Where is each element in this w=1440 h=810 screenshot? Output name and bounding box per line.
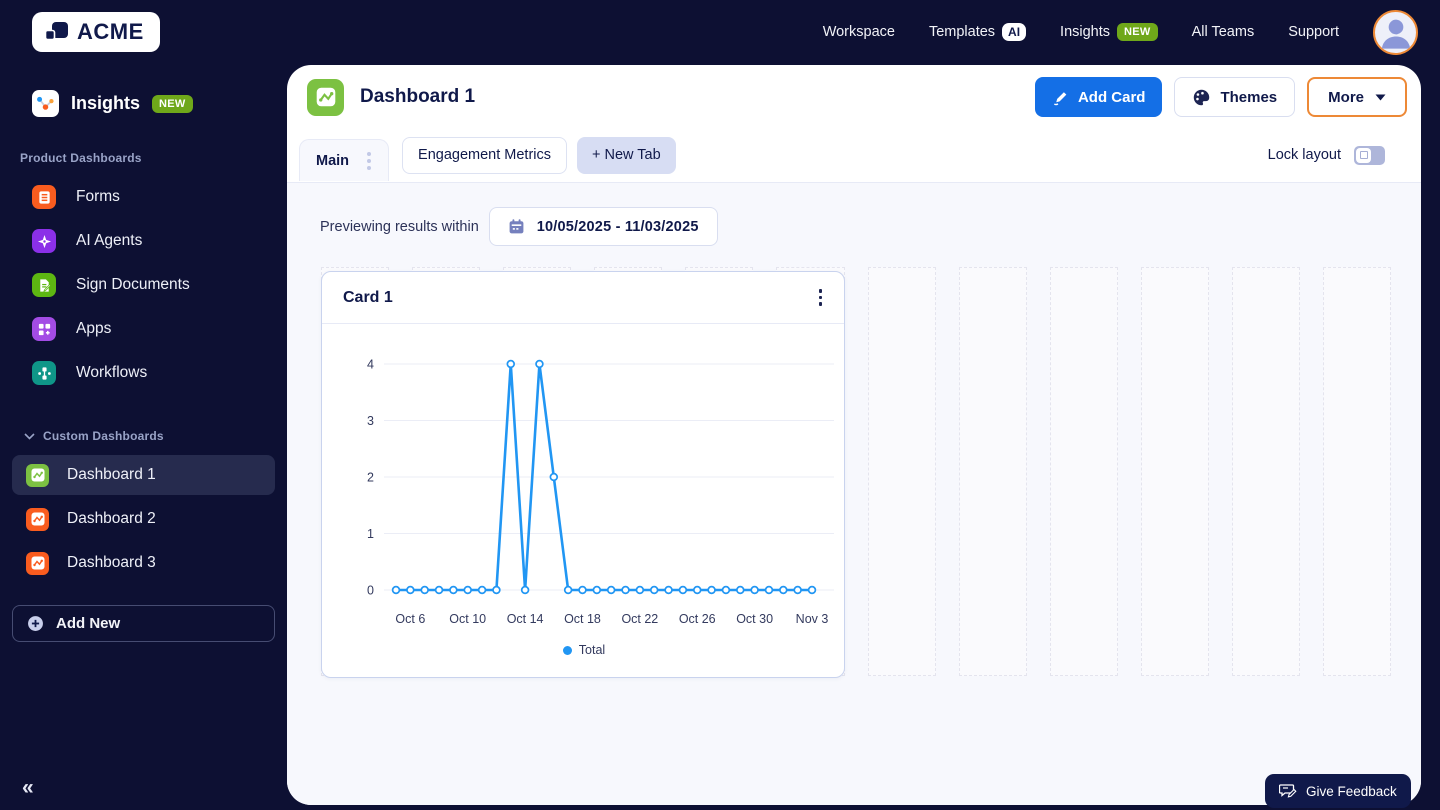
top-nav: Workspace Templates AI Insights NEW All Te… xyxy=(823,9,1418,55)
svg-text:Oct 6: Oct 6 xyxy=(395,612,425,626)
acme-logo-icon xyxy=(44,22,68,41)
line-chart: 0 1 2 3 4 Oct 6 Oct 10 Oct 14 Oct 18 Oct 22 Oct 26… xyxy=(322,324,844,657)
insights-app-icon xyxy=(32,90,59,117)
nav-support[interactable]: Support xyxy=(1288,24,1339,40)
sidebar: Insights NEW Product Dashboards Forms AI… xyxy=(0,64,287,810)
grid-placeholder-cell xyxy=(958,267,1027,676)
svg-text:Oct 26: Oct 26 xyxy=(679,612,716,626)
grid-placeholder-cell xyxy=(1322,267,1391,676)
app-title: Insights xyxy=(71,93,141,113)
tab-main[interactable]: Main xyxy=(299,139,390,181)
chart-legend: Total xyxy=(330,643,838,657)
app-new-badge: NEW xyxy=(152,94,193,113)
tab-engagement-metrics[interactable]: Engagement Metrics xyxy=(402,136,568,174)
lock-layout-toggle[interactable] xyxy=(1354,145,1385,165)
product-dashboards-list: Forms AI Agents Sign Documents Apps Work… xyxy=(0,175,287,395)
sidebar-item-ai-agents[interactable]: AI Agents xyxy=(0,219,287,263)
svg-text:Oct 14: Oct 14 xyxy=(507,612,544,626)
dashboard-2-icon xyxy=(26,507,49,531)
grid-placeholder-cell xyxy=(867,267,936,676)
sidebar-item-workflows[interactable]: Workflows xyxy=(0,351,287,395)
dashboard-content: Previewing results within 10/05/2025 - 1… xyxy=(287,182,1421,805)
grid-placeholder-cell xyxy=(1049,267,1118,676)
sidebar-item-dashboard-1[interactable]: Dashboard 1 xyxy=(12,455,275,495)
chevron-down-icon xyxy=(24,432,35,440)
page-title: Dashboard 1 xyxy=(360,86,476,107)
section-custom-dashboards[interactable]: Custom Dashboards xyxy=(0,429,287,443)
svg-text:Oct 22: Oct 22 xyxy=(621,612,658,626)
sidebar-item-dashboard-3[interactable]: Dashboard 3 xyxy=(12,543,275,583)
main-panel: Dashboard 1 Add Card Themes More Main En… xyxy=(287,65,1421,805)
palette-icon xyxy=(1194,89,1210,105)
svg-text:Oct 18: Oct 18 xyxy=(564,612,601,626)
user-avatar[interactable] xyxy=(1373,9,1418,55)
svg-text:1: 1 xyxy=(367,527,374,541)
top-bar: ACME Workspace Templates AI Insights NEW A… xyxy=(0,0,1440,64)
new-tab-button[interactable]: + New Tab xyxy=(577,136,676,174)
sidebar-item-apps[interactable]: Apps xyxy=(0,307,287,351)
dashboard-1-icon xyxy=(26,463,49,487)
sidebar-item-sign-documents[interactable]: Sign Documents xyxy=(0,263,287,307)
apps-icon xyxy=(32,317,56,341)
nav-insights[interactable]: Insights NEW xyxy=(1060,23,1158,41)
date-filter-label: Previewing results within xyxy=(320,218,479,235)
lock-layout-label: Lock layout xyxy=(1267,147,1341,163)
sidebar-item-dashboard-2[interactable]: Dashboard 2 xyxy=(12,499,275,539)
date-range-value: 10/05/2025 - 11/03/2025 xyxy=(536,218,699,235)
feedback-icon xyxy=(1279,784,1297,798)
pencil-icon xyxy=(1053,91,1067,105)
sign-documents-icon xyxy=(32,273,56,297)
forms-icon xyxy=(32,185,56,209)
svg-text:3: 3 xyxy=(367,414,374,428)
logo-text: ACME xyxy=(77,19,144,44)
card-menu-icon[interactable] xyxy=(815,285,827,310)
acme-logo[interactable]: ACME xyxy=(32,12,160,52)
calendar-icon xyxy=(509,219,524,234)
card-1: Card 1 0 1 2 3 4 Oct 6 Oct 10 Oct 14 Oct 18 Oct 2… xyxy=(321,271,845,678)
give-feedback-button[interactable]: Give Feedback xyxy=(1265,774,1411,808)
grid-placeholder-cell xyxy=(1231,267,1300,676)
custom-dashboards-list: Dashboard 1 Dashboard 2 Dashboard 3 xyxy=(0,455,287,583)
legend-dot xyxy=(562,645,572,655)
ai-agents-icon xyxy=(32,229,56,253)
section-product-dashboards: Product Dashboards xyxy=(20,151,142,165)
collapse-sidebar-button[interactable]: « xyxy=(22,776,34,800)
tab-options-icon[interactable] xyxy=(363,148,375,174)
svg-text:Nov 3: Nov 3 xyxy=(796,612,829,626)
card-title: Card 1 xyxy=(343,288,393,306)
dashboard-header: Dashboard 1 Add Card Themes More xyxy=(287,65,1421,129)
ai-badge: AI xyxy=(1002,23,1027,41)
plus-circle-icon xyxy=(28,616,43,631)
add-new-button[interactable]: Add New xyxy=(12,605,275,642)
person-icon xyxy=(1381,19,1410,49)
sidebar-app-header: Insights NEW xyxy=(0,64,287,117)
date-range-picker[interactable]: 10/05/2025 - 11/03/2025 xyxy=(488,207,718,246)
svg-text:4: 4 xyxy=(367,358,374,372)
svg-text:Oct 10: Oct 10 xyxy=(449,612,486,626)
svg-text:0: 0 xyxy=(367,584,374,598)
add-card-button[interactable]: Add Card xyxy=(1034,77,1163,117)
nav-workspace[interactable]: Workspace xyxy=(823,24,895,40)
sidebar-item-forms[interactable]: Forms xyxy=(0,175,287,219)
nav-templates[interactable]: Templates AI xyxy=(929,23,1027,41)
dashboard-3-icon xyxy=(26,551,49,575)
svg-text:Oct 30: Oct 30 xyxy=(736,612,773,626)
chevron-down-icon xyxy=(1375,94,1386,100)
dashboard-title-icon xyxy=(307,78,344,116)
new-badge: NEW xyxy=(1117,23,1158,41)
more-button[interactable]: More xyxy=(1307,77,1407,117)
workflows-icon xyxy=(32,361,56,385)
nav-all-teams[interactable]: All Teams xyxy=(1192,24,1255,40)
tab-bar: Main Engagement Metrics + New Tab Lock l… xyxy=(287,129,1421,181)
themes-button[interactable]: Themes xyxy=(1174,77,1296,117)
grid-placeholder-cell xyxy=(1140,267,1209,676)
svg-text:2: 2 xyxy=(367,471,374,485)
